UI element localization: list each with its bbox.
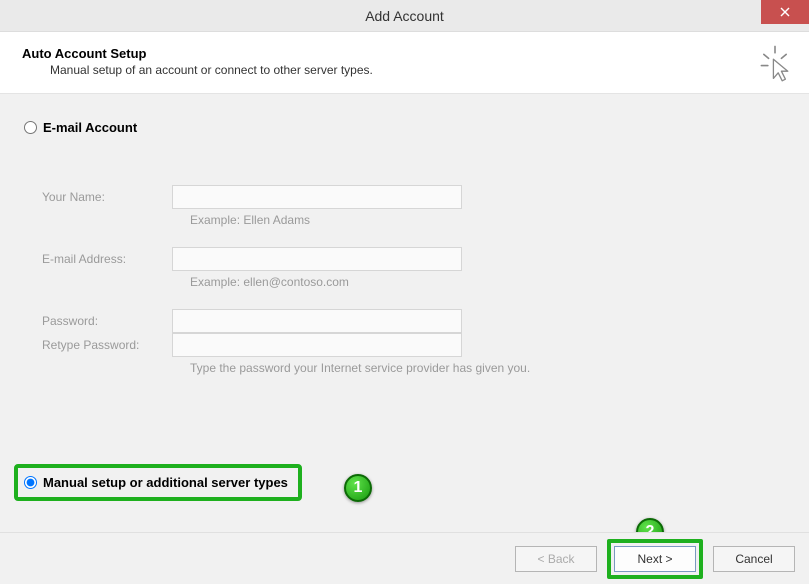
radio-email-input[interactable]	[24, 121, 37, 134]
wizard-footer: < Back Next > Cancel	[0, 532, 809, 584]
title-bar: Add Account	[0, 0, 809, 32]
next-button[interactable]: Next >	[614, 546, 696, 572]
name-label: Your Name:	[42, 190, 172, 204]
header-subtitle: Manual setup of an account or connect to…	[50, 63, 797, 77]
radio-email-account[interactable]: E-mail Account	[24, 120, 785, 135]
email-form-block: Your Name: Example: Ellen Adams E-mail A…	[42, 185, 785, 375]
header-title: Auto Account Setup	[22, 46, 797, 61]
name-input	[172, 185, 462, 209]
password-hint: Type the password your Internet service …	[190, 361, 785, 375]
radio-manual-highlight: Manual setup or additional server types	[14, 464, 302, 501]
retype-input	[172, 333, 462, 357]
wizard-header: Auto Account Setup Manual setup of an ac…	[0, 32, 809, 94]
radio-email-label: E-mail Account	[43, 120, 137, 135]
radio-manual-input[interactable]	[24, 476, 37, 489]
email-label: E-mail Address:	[42, 252, 172, 266]
cancel-button[interactable]: Cancel	[713, 546, 795, 572]
password-label: Password:	[42, 314, 172, 328]
back-button: < Back	[515, 546, 597, 572]
radio-manual-label: Manual setup or additional server types	[43, 475, 288, 490]
window-title: Add Account	[365, 8, 444, 24]
email-hint: Example: ellen@contoso.com	[190, 275, 785, 289]
callout-badge-1: 1	[344, 474, 372, 502]
next-button-highlight: Next >	[607, 539, 703, 579]
email-input	[172, 247, 462, 271]
retype-label: Retype Password:	[42, 338, 172, 352]
close-button[interactable]	[761, 0, 809, 24]
close-icon	[780, 7, 790, 17]
password-input	[172, 309, 462, 333]
radio-manual-setup[interactable]: Manual setup or additional server types	[24, 475, 288, 490]
name-hint: Example: Ellen Adams	[190, 213, 785, 227]
cursor-sparkle-icon	[759, 44, 791, 84]
wizard-body: E-mail Account Your Name: Example: Ellen…	[0, 94, 809, 548]
